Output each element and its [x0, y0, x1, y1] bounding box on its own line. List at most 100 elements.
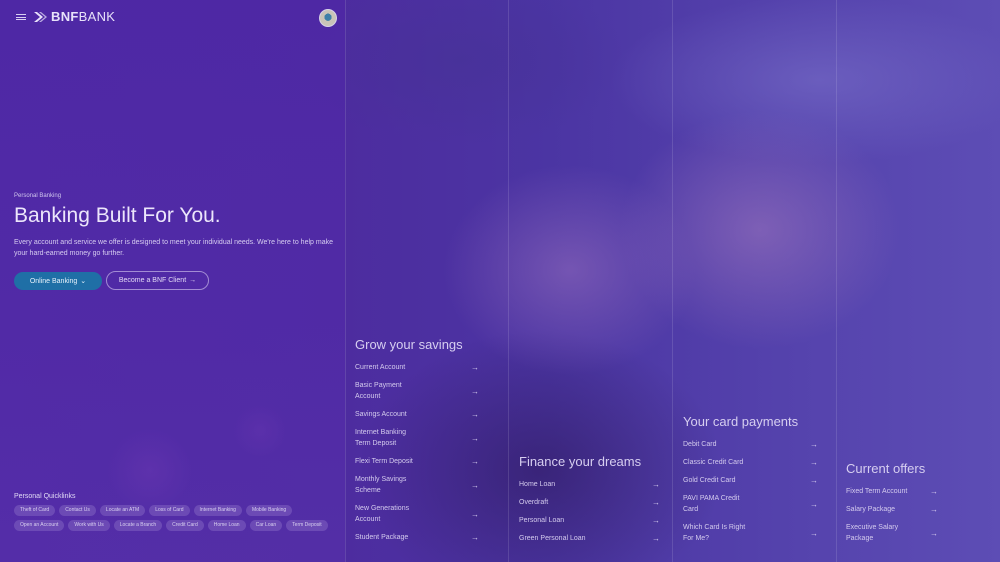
arrow-right-icon: →: [471, 533, 479, 542]
product-link-label: Executive Salary Package: [846, 524, 899, 542]
hero-eyebrow: Personal Banking: [14, 193, 62, 199]
arrow-right-icon: →: [810, 528, 818, 538]
column-title: Finance your dreams: [519, 454, 642, 469]
arrow-right-icon: →: [810, 458, 818, 467]
arrow-right-icon: →: [930, 505, 938, 514]
product-link[interactable]: Gold Credit Card →: [683, 475, 818, 486]
product-link[interactable]: Overdraft →: [519, 497, 660, 508]
product-link[interactable]: PAVI PAMA Credit Card →: [683, 493, 818, 515]
quicklink-chip[interactable]: Home Loan: [207, 520, 246, 531]
hamburger-menu-icon[interactable]: [16, 12, 26, 22]
online-banking-button[interactable]: Online Banking ⌄: [14, 272, 102, 290]
arrow-right-icon: →: [810, 476, 818, 485]
product-link[interactable]: Basic Payment Account →: [355, 380, 479, 402]
quicklink-chip[interactable]: Car Loan: [249, 520, 283, 531]
arrow-right-icon: →: [652, 498, 660, 507]
quicklink-chip[interactable]: Work with Us: [68, 520, 110, 531]
product-link[interactable]: Fixed Term Account →: [846, 486, 938, 497]
product-link[interactable]: Student Package →: [355, 532, 479, 543]
product-link[interactable]: Executive Salary Package →: [846, 522, 938, 544]
product-link-label: Gold Credit Card: [683, 477, 736, 484]
product-link[interactable]: Savings Account →: [355, 409, 479, 420]
column-divider: [836, 0, 837, 562]
product-link-label: Internet Banking Term Deposit: [355, 429, 406, 447]
column-divider: [345, 0, 346, 562]
arrow-right-icon: →: [810, 499, 818, 509]
product-link-label: Which Card Is Right For Me?: [683, 524, 746, 542]
logo-text-bold: BNF: [51, 9, 79, 24]
product-link-label: Fixed Term Account: [846, 488, 908, 495]
quicklink-chip[interactable]: Term Deposit: [286, 520, 328, 531]
logo-text-regular: BANK: [78, 9, 116, 24]
column-divider: [508, 0, 509, 562]
quicklink-chip[interactable]: Internet Banking: [193, 505, 242, 516]
product-link-label: Green Personal Loan: [519, 535, 586, 542]
arrow-right-icon: →: [930, 528, 938, 538]
product-link[interactable]: Home Loan →: [519, 479, 660, 490]
product-link[interactable]: Which Card Is Right For Me? →: [683, 522, 818, 544]
product-link[interactable]: Personal Loan →: [519, 515, 660, 526]
quicklink-chip[interactable]: Theft of Card: [14, 505, 56, 516]
product-link[interactable]: Debit Card →: [683, 439, 818, 450]
product-link-label: Salary Package: [846, 506, 896, 513]
product-link-label: Overdraft: [519, 499, 549, 506]
product-link[interactable]: Current Account →: [355, 362, 479, 373]
product-link[interactable]: Salary Package →: [846, 504, 938, 515]
arrow-right-icon: →: [930, 487, 938, 496]
product-link[interactable]: New Generations Account →: [355, 503, 479, 525]
arrow-right-icon: →: [471, 433, 479, 443]
become-client-label: Become a BNF Client: [118, 277, 187, 284]
product-link-label: Classic Credit Card: [683, 459, 744, 466]
product-link-label: New Generations Account: [355, 505, 410, 523]
product-link-label: Flexi Term Deposit: [355, 458, 413, 465]
arrow-right-icon: →: [810, 440, 818, 449]
offers-column: Current offers Fixed Term Account → Salary …: [846, 461, 938, 551]
cards-column: Your card payments Debit Card → Classic Cre…: [683, 414, 818, 551]
arrow-right-icon: →: [471, 363, 479, 372]
product-link-label: Student Package: [355, 534, 409, 541]
savings-column: Grow your savings Current Account → Basic P…: [355, 337, 479, 550]
arrow-right-icon: →: [471, 457, 479, 466]
quicklink-chip[interactable]: Mobile Banking: [245, 505, 293, 516]
product-link[interactable]: Internet Banking Term Deposit →: [355, 427, 479, 449]
online-banking-label: Online Banking: [29, 277, 78, 285]
arrow-right-icon: →: [471, 480, 479, 490]
arrow-right-icon: →: [471, 509, 479, 519]
product-link[interactable]: Monthly Savings Scheme →: [355, 474, 479, 496]
product-link[interactable]: Green Personal Loan →: [519, 533, 660, 544]
product-link[interactable]: Flexi Term Deposit →: [355, 456, 479, 467]
arrow-right-icon: →: [189, 277, 197, 284]
product-link-label: Basic Payment Account: [355, 382, 402, 400]
arrow-right-icon: →: [471, 386, 479, 396]
column-divider: [672, 0, 673, 562]
product-link-label: Savings Account: [355, 411, 407, 418]
arrow-right-icon: →: [652, 534, 660, 543]
finance-column: Finance your dreams Home Loan → Overdraft → P…: [519, 454, 660, 551]
bnf-bank-logo[interactable]: BNFBANK: [33, 9, 115, 24]
quicklink-chip[interactable]: Loss of Card: [149, 505, 190, 516]
column-title: Current offers: [846, 461, 926, 476]
logo-mark-icon: [34, 11, 47, 22]
product-link-label: Debit Card: [683, 441, 717, 448]
quicklinks-title: Personal Quicklinks: [14, 493, 76, 500]
quicklink-chip[interactable]: Locate an ATM: [99, 505, 146, 516]
chevron-down-icon: ⌄: [80, 278, 87, 285]
product-link-label: Current Account: [355, 364, 406, 371]
arrow-right-icon: →: [652, 480, 660, 489]
product-link[interactable]: Classic Credit Card →: [683, 457, 818, 468]
become-client-button[interactable]: Become a BNF Client →: [106, 271, 209, 290]
quicklink-chip[interactable]: Credit Card: [166, 520, 204, 531]
arrow-right-icon: →: [652, 516, 660, 525]
arrow-right-icon: →: [471, 410, 479, 419]
product-link-label: Home Loan: [519, 481, 556, 488]
product-link-label: Personal Loan: [519, 517, 565, 524]
product-link-label: Monthly Savings Scheme: [355, 476, 407, 494]
quicklink-chip[interactable]: Contact Us: [59, 505, 96, 516]
column-title: Your card payments: [683, 414, 799, 429]
language-flag-icon[interactable]: [319, 9, 337, 27]
quicklink-chip[interactable]: Locate a Branch: [113, 520, 163, 531]
quicklink-chip[interactable]: Open an Account: [14, 520, 65, 531]
quicklinks-list: Theft of Card Contact Us Locate an ATM L…: [14, 505, 334, 531]
hero-description: Every account and service we offer is de…: [14, 239, 333, 257]
product-link-label: PAVI PAMA Credit Card: [683, 495, 740, 513]
